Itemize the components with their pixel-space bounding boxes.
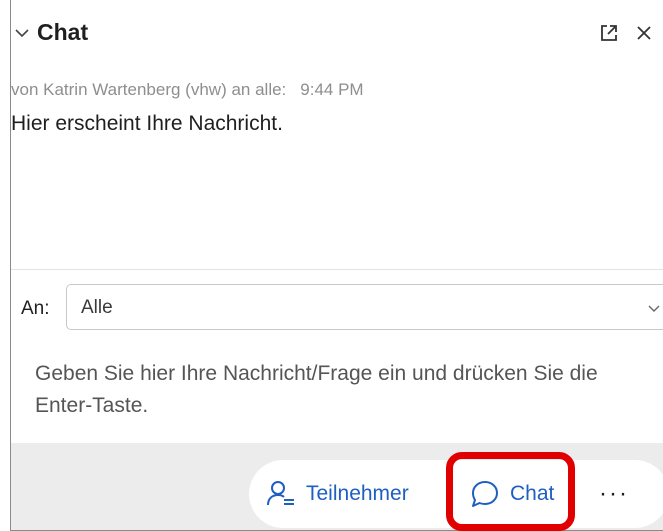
footer-toolbar: Teilnehmer Chat ··· <box>249 460 663 528</box>
message-input[interactable]: Geben Sie hier Ihre Nachricht/Frage ein … <box>35 358 635 422</box>
chevron-down-icon <box>648 305 660 312</box>
divider <box>11 269 663 270</box>
panel-title: Chat <box>37 19 89 45</box>
message-list: von Katrin Wartenberg (vhw) an alle: 9:44… <box>11 70 663 270</box>
recipient-select[interactable]: Alle <box>66 284 663 330</box>
chat-button[interactable]: Chat <box>470 460 554 528</box>
more-icon: ··· <box>599 480 629 507</box>
chevron-down-icon[interactable] <box>15 26 29 40</box>
message-meta: von Katrin Wartenberg (vhw) an alle: 9:44… <box>11 80 364 100</box>
participants-icon <box>267 481 294 506</box>
recipient-label: An: <box>21 298 50 319</box>
recipient-value: Alle <box>81 297 113 318</box>
close-icon[interactable] <box>634 23 654 43</box>
chat-header: Chat <box>11 0 663 66</box>
chat-label: Chat <box>510 482 555 505</box>
message-sender: von Katrin Wartenberg (vhw) an alle: <box>11 80 287 99</box>
participants-label: Teilnehmer <box>306 482 409 505</box>
message-text: Hier erscheint Ihre Nachricht. <box>11 112 283 135</box>
chat-panel: Chat von Katrin Wartenberg (vhw) an alle… <box>10 0 663 531</box>
pop-out-icon[interactable] <box>599 23 619 43</box>
chat-bubble-icon <box>472 481 498 507</box>
more-button[interactable]: ··· <box>599 460 629 528</box>
footer-bar: Teilnehmer Chat ··· <box>11 443 663 531</box>
message-time: 9:44 PM <box>300 80 364 99</box>
participants-button[interactable]: Teilnehmer <box>266 460 409 528</box>
